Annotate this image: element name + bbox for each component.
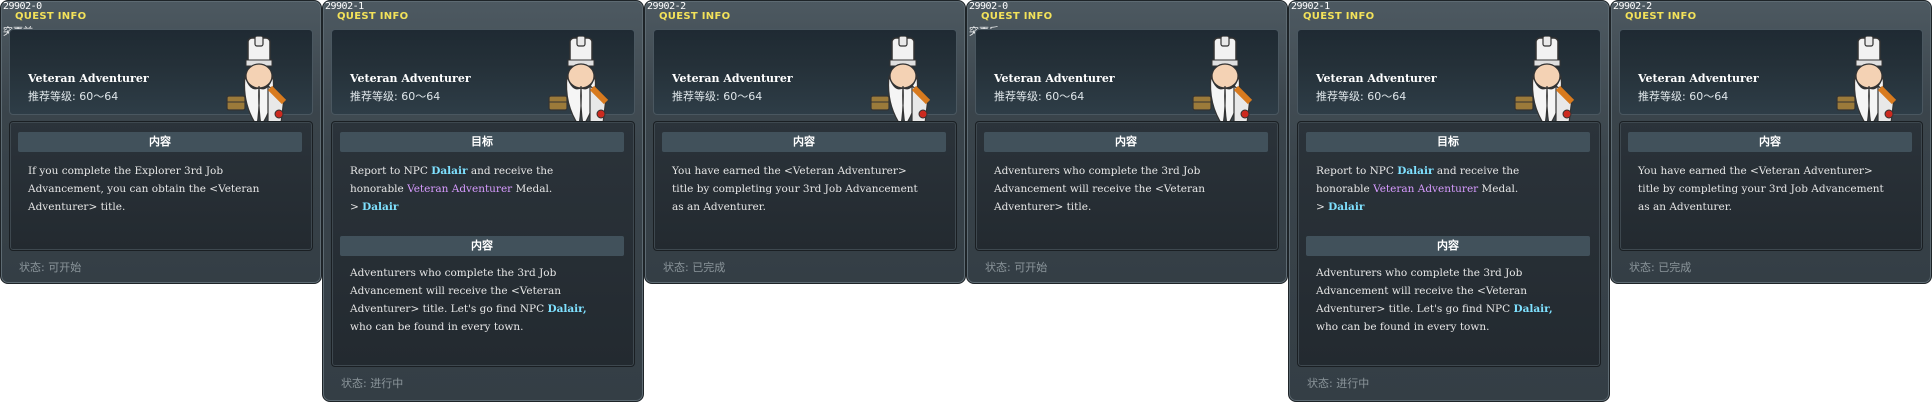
quest-objective: Report to NPC Dalair and receive the hon…	[350, 165, 554, 213]
quest-description: Adventurers who complete the 3rd Job Adv…	[994, 165, 1206, 213]
section-title-content: 内容	[1306, 236, 1590, 256]
quest-content-panel: 内容 You have earned the <Veteran Adventur…	[653, 121, 957, 251]
quest-content-panel: 内容 Adventurers who complete the 3rd Job …	[975, 121, 1279, 251]
quest-card: 29902-0 QUEST INFO 突更后 Veteran Adventure…	[966, 0, 1288, 284]
recommended-level: 推荐等级: 60～64	[672, 90, 763, 103]
quest-name: Veteran Adventurer	[350, 72, 471, 85]
quest-name: Veteran Adventurer	[1638, 72, 1759, 85]
quest-info-label: QUEST INFO	[981, 11, 1053, 22]
recommended-level: 推荐等级: 60～64	[1316, 90, 1407, 103]
recommended-level: 推荐等级: 60～64	[350, 90, 441, 103]
quest-header: Veteran Adventurer 推荐等级: 60～64	[1619, 29, 1923, 133]
quest-content-panel: 目标 Report to NPC Dalair and receive the …	[331, 121, 635, 367]
recommended-level: 推荐等级: 60～64	[28, 90, 119, 103]
npc-link[interactable]: Dalair	[362, 201, 398, 213]
quest-card: 29902-1 QUEST INFO Veteran Adventurer 推荐…	[1288, 0, 1610, 402]
quest-content-panel: 目标 Report to NPC Dalair and receive the …	[1297, 121, 1601, 367]
npc-link[interactable]: Dalair	[1328, 201, 1364, 213]
quest-info-label: QUEST INFO	[1303, 11, 1375, 22]
recommended-level: 推荐等级: 60～64	[994, 90, 1085, 103]
quest-info-label: QUEST INFO	[659, 11, 731, 22]
quest-content-panel: 内容 If you complete the Explorer 3rd Job …	[9, 121, 313, 251]
quest-info-label: QUEST INFO	[1625, 11, 1697, 22]
section-title-content: 内容	[1628, 132, 1912, 152]
quest-status: 状态: 进行中	[341, 377, 404, 390]
quest-info-label: QUEST INFO	[15, 11, 87, 22]
quest-name: Veteran Adventurer	[28, 72, 149, 85]
section-title-content: 内容	[662, 132, 946, 152]
quest-description: If you complete the Explorer 3rd Job Adv…	[28, 165, 260, 213]
quest-name: Veteran Adventurer	[994, 72, 1115, 85]
quest-status: 状态: 进行中	[1307, 377, 1370, 390]
section-title-objective: 目标	[340, 132, 624, 152]
quest-info-label: QUEST INFO	[337, 11, 409, 22]
quest-card: 29902-2 QUEST INFO Veteran Adventurer 推荐…	[1610, 0, 1932, 284]
quest-header: Veteran Adventurer 推荐等级: 60～64	[975, 29, 1279, 133]
recommended-level: 推荐等级: 60～64	[1638, 90, 1729, 103]
quest-card: 29902-1 QUEST INFO Veteran Adventurer 推荐…	[322, 0, 644, 402]
quest-status: 状态: 可开始	[985, 261, 1048, 274]
section-title-objective: 目标	[1306, 132, 1590, 152]
quest-card: 29902-2 QUEST INFO Veteran Adventurer 推荐…	[644, 0, 966, 284]
quest-description: You have earned the <Veteran Adventurer>…	[672, 165, 918, 213]
quest-status: 状态: 已完成	[663, 261, 726, 274]
section-title-content: 内容	[18, 132, 302, 152]
quest-name: Veteran Adventurer	[1316, 72, 1437, 85]
quest-header: Veteran Adventurer 推荐等级: 60～64	[9, 29, 313, 133]
quest-content-panel: 内容 You have earned the <Veteran Adventur…	[1619, 121, 1923, 251]
quest-status: 状态: 可开始	[19, 261, 82, 274]
quest-description: You have earned the <Veteran Adventurer>…	[1638, 165, 1884, 213]
quest-header: Veteran Adventurer 推荐等级: 60～64	[331, 29, 635, 133]
quest-header: Veteran Adventurer 推荐等级: 60～64	[1297, 29, 1601, 133]
quest-header: Veteran Adventurer 推荐等级: 60～64	[653, 29, 957, 133]
quest-objective: Report to NPC Dalair and receive the hon…	[1316, 165, 1520, 213]
section-title-content: 内容	[984, 132, 1268, 152]
quest-status: 状态: 已完成	[1629, 261, 1692, 274]
quest-name: Veteran Adventurer	[672, 72, 793, 85]
quest-description: Adventurers who complete the 3rd Job Adv…	[1316, 267, 1553, 333]
section-title-content: 内容	[340, 236, 624, 256]
quest-description: Adventurers who complete the 3rd Job Adv…	[350, 267, 587, 333]
quest-card: 29902-0 QUEST INFO 突更前 Veteran Adventure…	[0, 0, 322, 284]
